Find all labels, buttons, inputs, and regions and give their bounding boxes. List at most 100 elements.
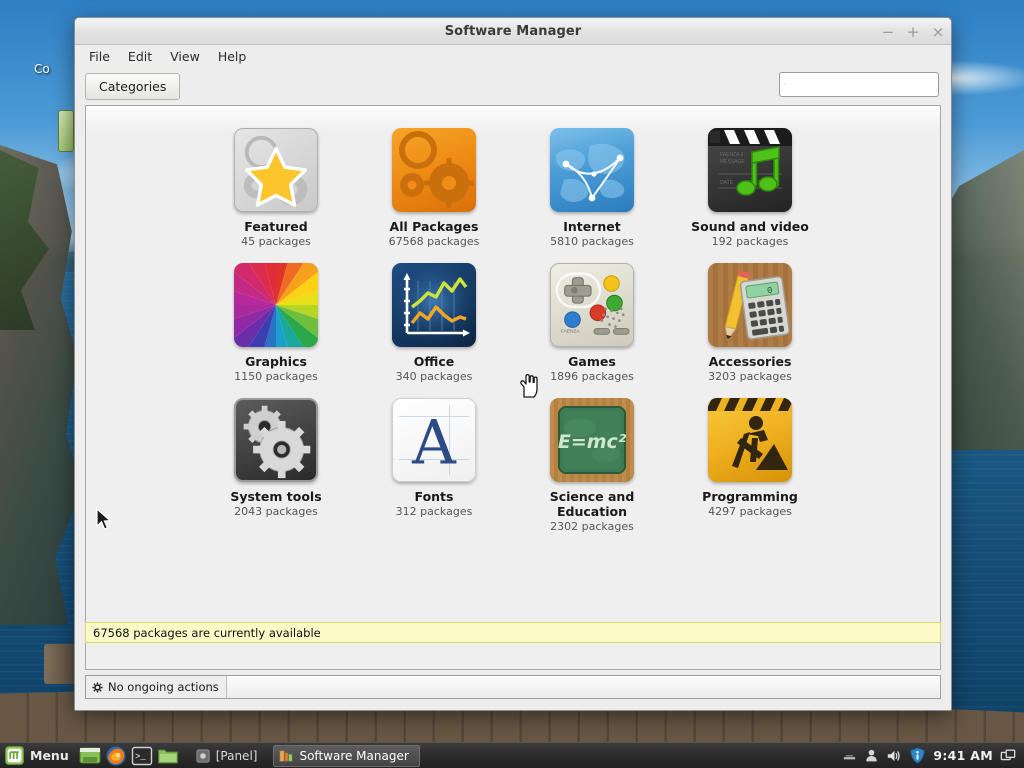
search-input[interactable] [785,74,938,95]
toolbar: Categories [75,67,951,105]
category-count: 4297 packages [708,505,792,518]
office-icon [392,263,476,347]
featured-icon [234,128,318,212]
graphics-icon [234,263,318,347]
category-science-education[interactable]: E=mc² Science and Education 2302 package… [513,394,671,540]
task-button-software-manager[interactable]: Software Manager [273,744,420,767]
category-label: Programming [702,489,798,504]
accessories-icon: 0 [708,263,792,347]
categories-button[interactable]: Categories [85,72,181,100]
progress-area: No ongoing actions [85,675,941,699]
category-label: Graphics [245,354,307,369]
task-label: Software Manager [299,748,409,763]
internet-icon [550,128,634,212]
progress-bar [226,676,940,698]
category-all-packages[interactable]: All Packages 67568 packages [355,124,513,255]
categories-panel: Featured 45 packages All Packages 67568 … [85,105,941,670]
category-sound-and-video[interactable]: FAENZA IIMESSAGE DATESCENE [671,124,829,255]
file-manager-icon[interactable] [157,745,179,767]
window-titlebar[interactable]: Software Manager − + × [75,18,951,45]
update-shield-icon[interactable] [909,747,926,764]
category-fonts[interactable]: A Fonts 312 packages [355,394,513,540]
gear-icon [92,681,103,693]
svg-text:A: A [411,408,457,478]
linux-mint-logo-icon [5,746,24,765]
svg-text:>_: >_ [135,752,146,762]
status-message: 67568 packages are currently available [93,625,321,640]
panel-icon [196,748,210,763]
window-task-list: [Panel] Software Manager [191,744,843,767]
menu-view[interactable]: View [162,47,208,66]
category-label: Fonts [414,489,454,504]
category-graphics[interactable]: Graphics 1150 packages [197,259,355,390]
category-count: 312 packages [395,505,473,518]
volume-icon[interactable] [886,748,902,764]
category-label: Accessories [708,354,792,369]
category-accessories[interactable]: 0 Accessories 3203 packages [671,259,829,390]
category-label: Office [413,354,455,369]
menu-label: Menu [30,748,69,763]
category-label: Science and Education [549,489,635,519]
category-programming[interactable]: Programming 4297 packages [671,394,829,540]
desktop-icon-computer-glyph[interactable] [58,110,74,152]
category-count: 45 packages [241,235,311,248]
maximize-button[interactable]: + [906,24,920,40]
svg-text:DATE: DATE [720,180,734,186]
category-count: 2302 packages [550,520,634,533]
science-education-icon: E=mc² [550,398,634,482]
keyboard-icon[interactable] [842,748,857,763]
category-label: All Packages [389,219,479,234]
svg-text:FAENZA II: FAENZA II [720,152,743,158]
category-office[interactable]: Office 340 packages [355,259,513,390]
category-featured[interactable]: Featured 45 packages [197,124,355,255]
software-manager-icon [279,749,293,762]
desktop-icon-label: Co [34,62,50,76]
games-icon: FAENZA [550,263,634,347]
user-icon[interactable] [864,748,879,763]
taskbar: Menu >_ [Panel] Software Manager 9:41 AM [0,742,1024,768]
mouse-cursor-arrow [96,508,112,530]
svg-text:E=mc²: E=mc² [558,431,627,453]
system-tray: 9:41 AM [842,747,1024,764]
category-count: 3203 packages [708,370,792,383]
svg-text:FAENZA: FAENZA [561,328,581,334]
menu-help[interactable]: Help [210,47,255,66]
minimize-button[interactable]: − [881,24,895,40]
start-menu-button[interactable]: Menu [0,743,77,768]
search-box[interactable] [779,72,939,97]
ongoing-actions-label: No ongoing actions [86,676,227,698]
sound-and-video-icon: FAENZA IIMESSAGE DATESCENE [708,128,792,212]
task-label: [Panel] [215,748,258,763]
show-desktop-icon[interactable] [79,745,101,767]
category-games[interactable]: FAENZA Games 1896 packages [513,259,671,390]
category-count: 5810 packages [550,235,634,248]
category-label: Internet [563,219,621,234]
menu-file[interactable]: File [81,47,118,66]
firefox-icon[interactable] [105,745,127,767]
programming-icon [708,398,792,482]
task-button-panel[interactable]: [Panel] [191,745,268,767]
svg-text:MESSAGE: MESSAGE [720,159,745,165]
close-button[interactable]: × [931,24,945,40]
category-count: 67568 packages [388,235,480,248]
category-count: 1150 packages [234,370,318,383]
workspace-switcher-icon[interactable] [1000,748,1016,764]
status-banner: 67568 packages are currently available [85,622,941,643]
fonts-icon: A [392,398,476,482]
category-system-tools[interactable]: System tools 2043 packages [197,394,355,540]
category-label: Games [568,354,616,369]
software-manager-window: Software Manager − + × File Edit View He… [74,17,952,711]
category-count: 2043 packages [234,505,318,518]
category-label: System tools [230,489,322,504]
terminal-icon[interactable]: >_ [131,745,153,767]
system-tools-icon [234,398,318,482]
category-count: 192 packages [711,235,789,248]
all-packages-icon [392,128,476,212]
category-internet[interactable]: Internet 5810 packages [513,124,671,255]
menubar: File Edit View Help [75,45,951,67]
menu-edit[interactable]: Edit [120,47,160,66]
window-controls: − + × [881,18,945,45]
clock[interactable]: 9:41 AM [933,748,993,763]
bottom-status-bar: No ongoing actions [75,670,951,710]
mouse-cursor-hand [520,373,538,398]
